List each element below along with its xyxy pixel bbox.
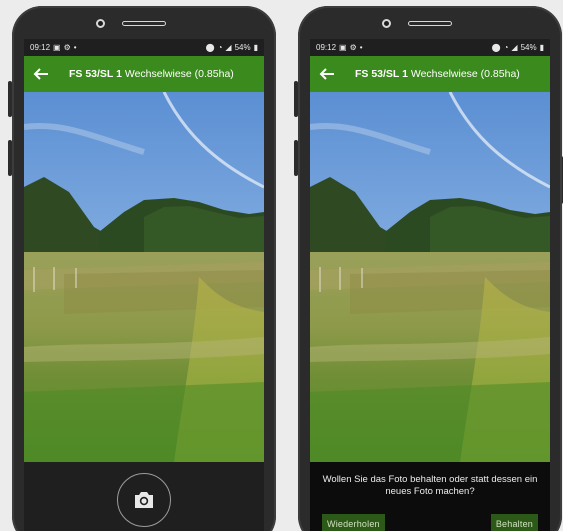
screenshot-stage: 09:12 ▣ ⚙ • ⬤ ◔ ◢ 54% ▮ FS 53/SL 1 Wechs… xyxy=(0,0,563,531)
notification-dot-icon: • xyxy=(73,42,77,52)
status-bar: 09:12 ▣ ⚙ • ⬤ ◔ ◢ 54% ▮ xyxy=(310,39,550,56)
page-title: FS 53/SL 1 Wechselwiese (0.85ha) xyxy=(355,68,520,80)
volume-up-button xyxy=(294,81,298,117)
confirm-message: Wollen Sie das Foto behalten oder statt … xyxy=(322,474,538,497)
location-icon: ⬤ xyxy=(205,42,215,52)
battery-icon: ▮ xyxy=(253,42,258,52)
phone-photo-confirm: 09:12 ▣ ⚙ • ⬤ ◔ ◢ 54% ▮ FS 53/SL 1 Wechs… xyxy=(294,6,563,531)
signal-icon: ◢ xyxy=(511,42,518,52)
app-bar: FS 53/SL 1 Wechselwiese (0.85ha) xyxy=(310,56,550,92)
phone-camera-preview: 09:12 ▣ ⚙ • ⬤ ◔ ◢ 54% ▮ FS 53/SL 1 Wechs… xyxy=(8,6,276,531)
battery-icon: ▮ xyxy=(539,42,544,52)
back-arrow-icon[interactable] xyxy=(33,64,53,84)
front-camera xyxy=(382,19,391,28)
field-id: FS 53/SL 1 xyxy=(69,68,122,80)
image-icon: ▣ xyxy=(53,42,61,52)
battery-level: 54% xyxy=(520,43,537,52)
camera-viewfinder xyxy=(24,92,264,462)
wifi-icon: ◔ xyxy=(217,42,223,52)
screen: 09:12 ▣ ⚙ • ⬤ ◔ ◢ 54% ▮ FS 53/SL 1 Wechs… xyxy=(310,39,550,531)
earpiece-speaker xyxy=(122,21,166,26)
volume-up-button xyxy=(8,81,12,117)
location-icon: ⬤ xyxy=(491,42,501,52)
status-bar: 09:12 ▣ ⚙ • ⬤ ◔ ◢ 54% ▮ xyxy=(24,39,264,56)
image-icon: ▣ xyxy=(339,42,347,52)
status-time: 09:12 xyxy=(30,43,51,52)
gear-icon: ⚙ xyxy=(63,42,71,52)
field-id: FS 53/SL 1 xyxy=(355,68,408,80)
captured-photo xyxy=(310,92,550,462)
keep-button[interactable]: Behalten xyxy=(490,514,538,531)
status-time: 09:12 xyxy=(316,43,337,52)
photo-confirm-panel: Wollen Sie das Foto behalten oder statt … xyxy=(310,462,550,531)
front-camera xyxy=(96,19,105,28)
gear-icon: ⚙ xyxy=(349,42,357,52)
volume-down-button xyxy=(8,140,12,176)
wifi-icon: ◔ xyxy=(503,42,509,52)
volume-down-button xyxy=(294,140,298,176)
signal-icon: ◢ xyxy=(225,42,232,52)
shutter-button[interactable] xyxy=(117,473,171,527)
field-name: Wechselwiese (0.85ha) xyxy=(410,68,520,80)
screen: 09:12 ▣ ⚙ • ⬤ ◔ ◢ 54% ▮ FS 53/SL 1 Wechs… xyxy=(24,39,264,531)
camera-controls xyxy=(24,462,264,531)
earpiece-speaker xyxy=(408,21,452,26)
app-bar: FS 53/SL 1 Wechselwiese (0.85ha) xyxy=(24,56,264,92)
camera-icon xyxy=(135,492,153,508)
retake-button[interactable]: Wiederholen xyxy=(322,514,385,531)
notification-dot-icon: • xyxy=(359,42,363,52)
page-title: FS 53/SL 1 Wechselwiese (0.85ha) xyxy=(69,68,234,80)
field-name: Wechselwiese (0.85ha) xyxy=(124,68,234,80)
back-arrow-icon[interactable] xyxy=(319,64,339,84)
battery-level: 54% xyxy=(234,43,251,52)
